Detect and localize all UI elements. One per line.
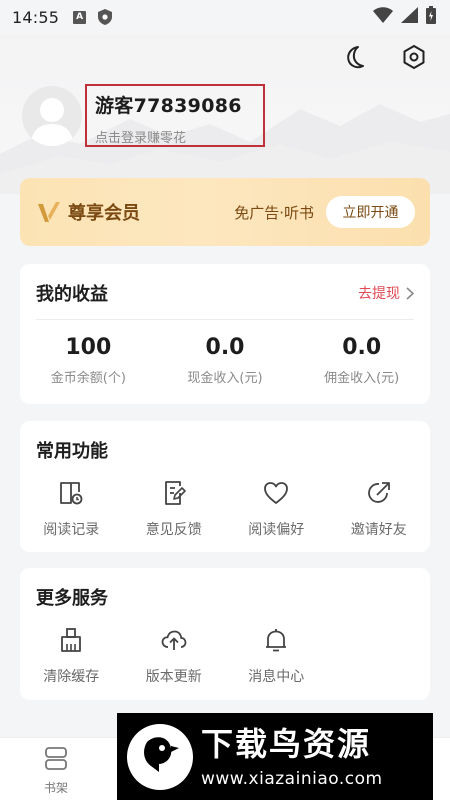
item-label: 阅读记录 (43, 522, 100, 538)
shield-icon (98, 9, 113, 25)
bookshelf-icon (45, 747, 67, 770)
signal-icon (401, 7, 418, 27)
withdraw-label: 去提现 (358, 286, 400, 302)
message-center-item[interactable]: 消息中心 (225, 626, 328, 686)
watermark: 下载鸟资源 www.xiazainiao.com (117, 713, 433, 800)
more-title: 更多服务 (36, 588, 108, 609)
nav-label: 书架 (43, 781, 68, 795)
divider (36, 319, 414, 320)
bell-icon (266, 629, 287, 652)
version-update-item[interactable]: 版本更新 (123, 626, 226, 686)
common-title: 常用功能 (36, 441, 108, 462)
moon-icon[interactable] (342, 44, 368, 70)
login-hint: 点击登录赚零花 (95, 131, 187, 146)
invite-friends-item[interactable]: 邀请好友 (328, 479, 431, 539)
reading-preference-item[interactable]: 阅读偏好 (225, 479, 328, 539)
watermark-title: 下载鸟资源 (201, 724, 372, 763)
feedback-icon (164, 481, 186, 505)
item-label: 阅读偏好 (248, 522, 305, 538)
status-time: 14:55 (12, 7, 60, 27)
vip-v-icon (38, 202, 60, 222)
chevron-right-icon (406, 286, 414, 300)
item-label: 清除缓存 (43, 669, 100, 685)
bird-logo-icon (127, 723, 193, 790)
notification-a-icon: A (73, 10, 87, 24)
username: 游客77839086 (95, 95, 242, 117)
vip-perks: 免广告·听书 (234, 203, 314, 222)
earnings-title: 我的收益 (36, 284, 108, 305)
stat-label: 现金收入(元) (187, 371, 263, 386)
earnings-stats: 100 金币余额(个) 0.0 现金收入(元) 0.0 佣金收入(元) (20, 335, 430, 386)
more-items: 清除缓存 版本更新 消息中心 (20, 626, 430, 686)
watermark-url: www.xiazainiao.com (201, 768, 383, 789)
feedback-item[interactable]: 意见反馈 (123, 479, 226, 539)
withdraw-link[interactable]: 去提现 (358, 283, 414, 303)
common-functions-card: 常用功能 阅读记录 意见反馈 阅读偏好 邀请好友 (20, 421, 430, 552)
reading-history-icon (60, 482, 83, 505)
stat-value: 0.0 (205, 335, 245, 360)
cloud-upload-icon (161, 630, 187, 650)
earnings-card: 我的收益 去提现 100 金币余额(个) 0.0 现金收入(元) 0.0 佣金收… (20, 264, 430, 404)
avatar[interactable] (22, 86, 82, 146)
nav-bookshelf[interactable]: 书架 (26, 746, 86, 796)
clear-cache-item[interactable]: 清除缓存 (20, 626, 123, 686)
vip-title: 尊享会员 (68, 203, 140, 224)
wifi-icon (373, 7, 393, 27)
item-label: 版本更新 (145, 669, 202, 685)
more-services-card: 更多服务 清除缓存 版本更新 消息中心 (20, 568, 430, 700)
stat-value: 0.0 (342, 335, 382, 360)
watermark-text: 下载鸟资源 www.xiazainiao.com (201, 725, 383, 789)
battery-icon (426, 6, 436, 28)
broom-icon (61, 628, 82, 652)
user-info[interactable]: 游客77839086 点击登录赚零花 (85, 84, 265, 147)
stat-label: 佣金收入(元) (324, 371, 400, 386)
stat-coins[interactable]: 100 金币余额(个) (20, 335, 157, 386)
item-label: 意见反馈 (145, 522, 202, 538)
stat-value: 100 (65, 335, 112, 360)
item-label: 消息中心 (248, 669, 305, 685)
heart-icon (264, 482, 289, 504)
stat-commission[interactable]: 0.0 佣金收入(元) (293, 335, 430, 386)
settings-icon[interactable] (401, 44, 427, 70)
stat-label: 金币余额(个) (50, 371, 126, 386)
item-label: 邀请好友 (350, 522, 407, 538)
reading-history-item[interactable]: 阅读记录 (20, 479, 123, 539)
common-items: 阅读记录 意见反馈 阅读偏好 邀请好友 (20, 479, 430, 539)
open-vip-button[interactable]: 立即开通 (326, 196, 415, 228)
invite-icon (367, 482, 390, 503)
status-bar: 14:55 A (0, 0, 450, 34)
status-right (373, 6, 436, 28)
stat-cash[interactable]: 0.0 现金收入(元) (157, 335, 294, 386)
vip-banner[interactable]: 尊享会员 免广告·听书 立即开通 (20, 178, 430, 246)
earnings-header: 我的收益 去提现 (36, 280, 414, 306)
